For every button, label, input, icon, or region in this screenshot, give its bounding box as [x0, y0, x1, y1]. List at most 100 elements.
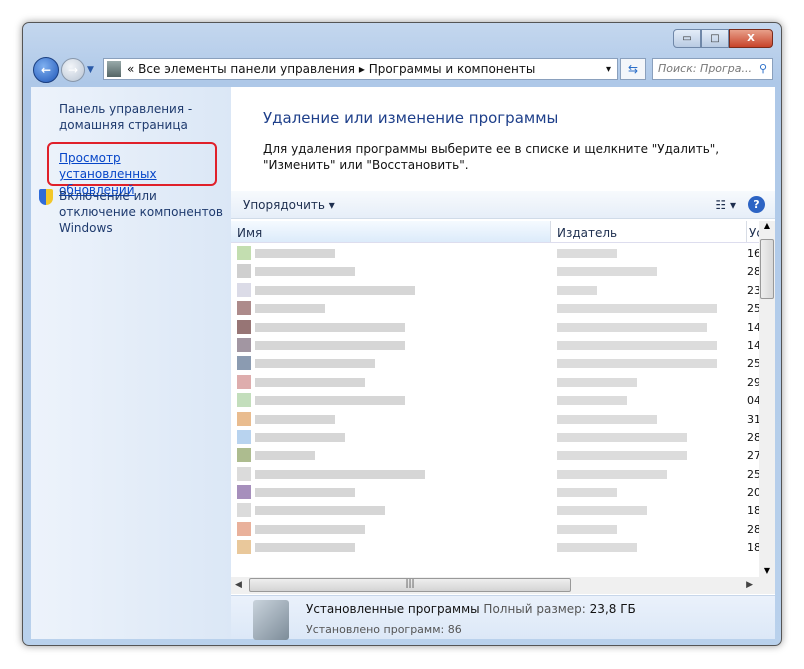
vertical-scrollbar[interactable]: ▲ ▼: [759, 221, 775, 577]
breadcrumb-separator[interactable]: ▸: [359, 62, 365, 76]
table-row[interactable]: 28: [231, 428, 759, 446]
program-count: Установлено программ: 86: [306, 623, 462, 636]
program-name-blurred: [255, 267, 355, 277]
main-panel: Удаление или изменение программы Для уда…: [231, 87, 775, 640]
scroll-thumb[interactable]: [760, 239, 774, 299]
forward-button[interactable]: →: [61, 58, 85, 82]
table-row[interactable]: 25: [231, 465, 759, 483]
sidebar-features-link[interactable]: Включение или отключение компонентов Win…: [59, 188, 229, 236]
search-icon: ⚲: [758, 62, 767, 75]
table-row[interactable]: 23: [231, 281, 759, 299]
table-row[interactable]: 27: [231, 446, 759, 464]
program-name-blurred: [255, 322, 405, 332]
install-date: 28: [747, 430, 759, 444]
program-name-blurred: [255, 506, 385, 516]
search-input[interactable]: Поиск: Програ... ⚲: [652, 58, 773, 80]
publisher-blurred: [557, 267, 657, 277]
size-label: Полный размер:: [483, 602, 586, 616]
program-name-blurred: [255, 249, 335, 258]
close-button[interactable]: X: [729, 29, 773, 48]
size-value: 23,8 ГБ: [589, 602, 636, 616]
program-name-blurred: [255, 377, 365, 387]
table-row[interactable]: 04: [231, 391, 759, 409]
program-icon: [237, 246, 251, 260]
scroll-thumb[interactable]: |||: [249, 578, 571, 592]
install-date: 25: [747, 357, 759, 371]
publisher-blurred: [557, 285, 597, 295]
program-icon: [237, 337, 251, 352]
table-row[interactable]: 31: [231, 410, 759, 428]
table-row[interactable]: 29: [231, 373, 759, 391]
program-icon: [237, 521, 251, 536]
breadcrumb-chevrons[interactable]: «: [127, 62, 134, 76]
program-icon: [237, 264, 251, 279]
table-row[interactable]: 14: [231, 318, 759, 336]
window: ▭ □ X ← → ▼ « Все элементы панели управл…: [22, 22, 782, 646]
status-title: Установленные программы: [306, 602, 480, 616]
install-date: 18: [747, 504, 759, 518]
minimize-button[interactable]: ▭: [673, 29, 701, 48]
publisher-blurred: [557, 396, 627, 406]
publisher-blurred: [557, 322, 707, 332]
publisher-blurred: [557, 359, 717, 369]
column-header-publisher[interactable]: Издатель: [551, 221, 747, 242]
table-row[interactable]: 28: [231, 262, 759, 280]
install-date: 28: [747, 522, 759, 536]
table-row[interactable]: 25: [231, 354, 759, 372]
refresh-button[interactable]: ⇆: [620, 58, 646, 80]
table-row[interactable]: 14: [231, 336, 759, 354]
program-icon: [237, 503, 251, 518]
program-icon: [237, 411, 251, 426]
program-list: 16 28 23 25 14 14 25 29 04 31 28 27 25 20 18 28 18: [231, 244, 759, 577]
arrow-left-icon: ←: [40, 63, 52, 77]
program-name-blurred: [255, 340, 405, 350]
install-date: 20: [747, 486, 759, 500]
publisher-blurred: [557, 249, 617, 258]
column-header-installed[interactable]: Ус: [747, 221, 759, 242]
install-date: 29: [747, 375, 759, 389]
program-name-blurred: [255, 524, 365, 534]
breadcrumb-programs[interactable]: Программы и компоненты: [369, 62, 536, 76]
program-name-blurred: [255, 432, 345, 442]
column-header-name[interactable]: Имя: [231, 221, 551, 242]
install-date: 23: [747, 283, 759, 297]
table-row[interactable]: 20: [231, 483, 759, 501]
publisher-blurred: [557, 451, 687, 461]
recent-pages-dropdown[interactable]: ▼: [87, 65, 94, 75]
sidebar: Панель управления - домашняя страница Пр…: [31, 87, 231, 639]
toolbar: Упорядочить ▾ ☷ ▾ ?: [231, 191, 775, 219]
publisher-blurred: [557, 414, 657, 424]
help-button[interactable]: ?: [748, 196, 765, 213]
table-row[interactable]: 18: [231, 538, 759, 556]
program-name-blurred: [255, 469, 425, 479]
horizontal-scrollbar[interactable]: ◀ ||| ▶: [231, 577, 775, 594]
publisher-blurred: [557, 304, 717, 314]
program-name-blurred: [255, 285, 415, 295]
table-row[interactable]: 18: [231, 501, 759, 519]
breadcrumb-all-items[interactable]: Все элементы панели управления: [138, 62, 355, 76]
views-button[interactable]: ☷ ▾: [715, 198, 736, 212]
table-row[interactable]: 16: [231, 244, 759, 262]
program-icon: [237, 540, 251, 555]
sidebar-home-link[interactable]: Панель управления - домашняя страница: [59, 101, 219, 133]
maximize-button[interactable]: □: [701, 29, 729, 48]
address-bar[interactable]: « Все элементы панели управления ▸ Прогр…: [103, 58, 618, 80]
program-name-blurred: [255, 543, 355, 553]
address-dropdown[interactable]: ▾: [606, 64, 611, 75]
program-name-blurred: [255, 414, 335, 424]
table-row[interactable]: 28: [231, 520, 759, 538]
publisher-blurred: [557, 377, 637, 387]
program-name-blurred: [255, 396, 405, 406]
table-row[interactable]: 25: [231, 299, 759, 317]
install-date: 04: [747, 394, 759, 408]
program-icon: [237, 356, 251, 371]
shield-icon: [39, 189, 53, 205]
publisher-blurred: [557, 469, 667, 479]
install-date: 25: [747, 302, 759, 316]
program-icon: [237, 319, 251, 334]
organize-button[interactable]: Упорядочить ▾: [243, 198, 335, 212]
back-button[interactable]: ←: [33, 57, 59, 83]
program-icon: [237, 374, 251, 389]
publisher-blurred: [557, 488, 617, 498]
program-name-blurred: [255, 488, 355, 498]
